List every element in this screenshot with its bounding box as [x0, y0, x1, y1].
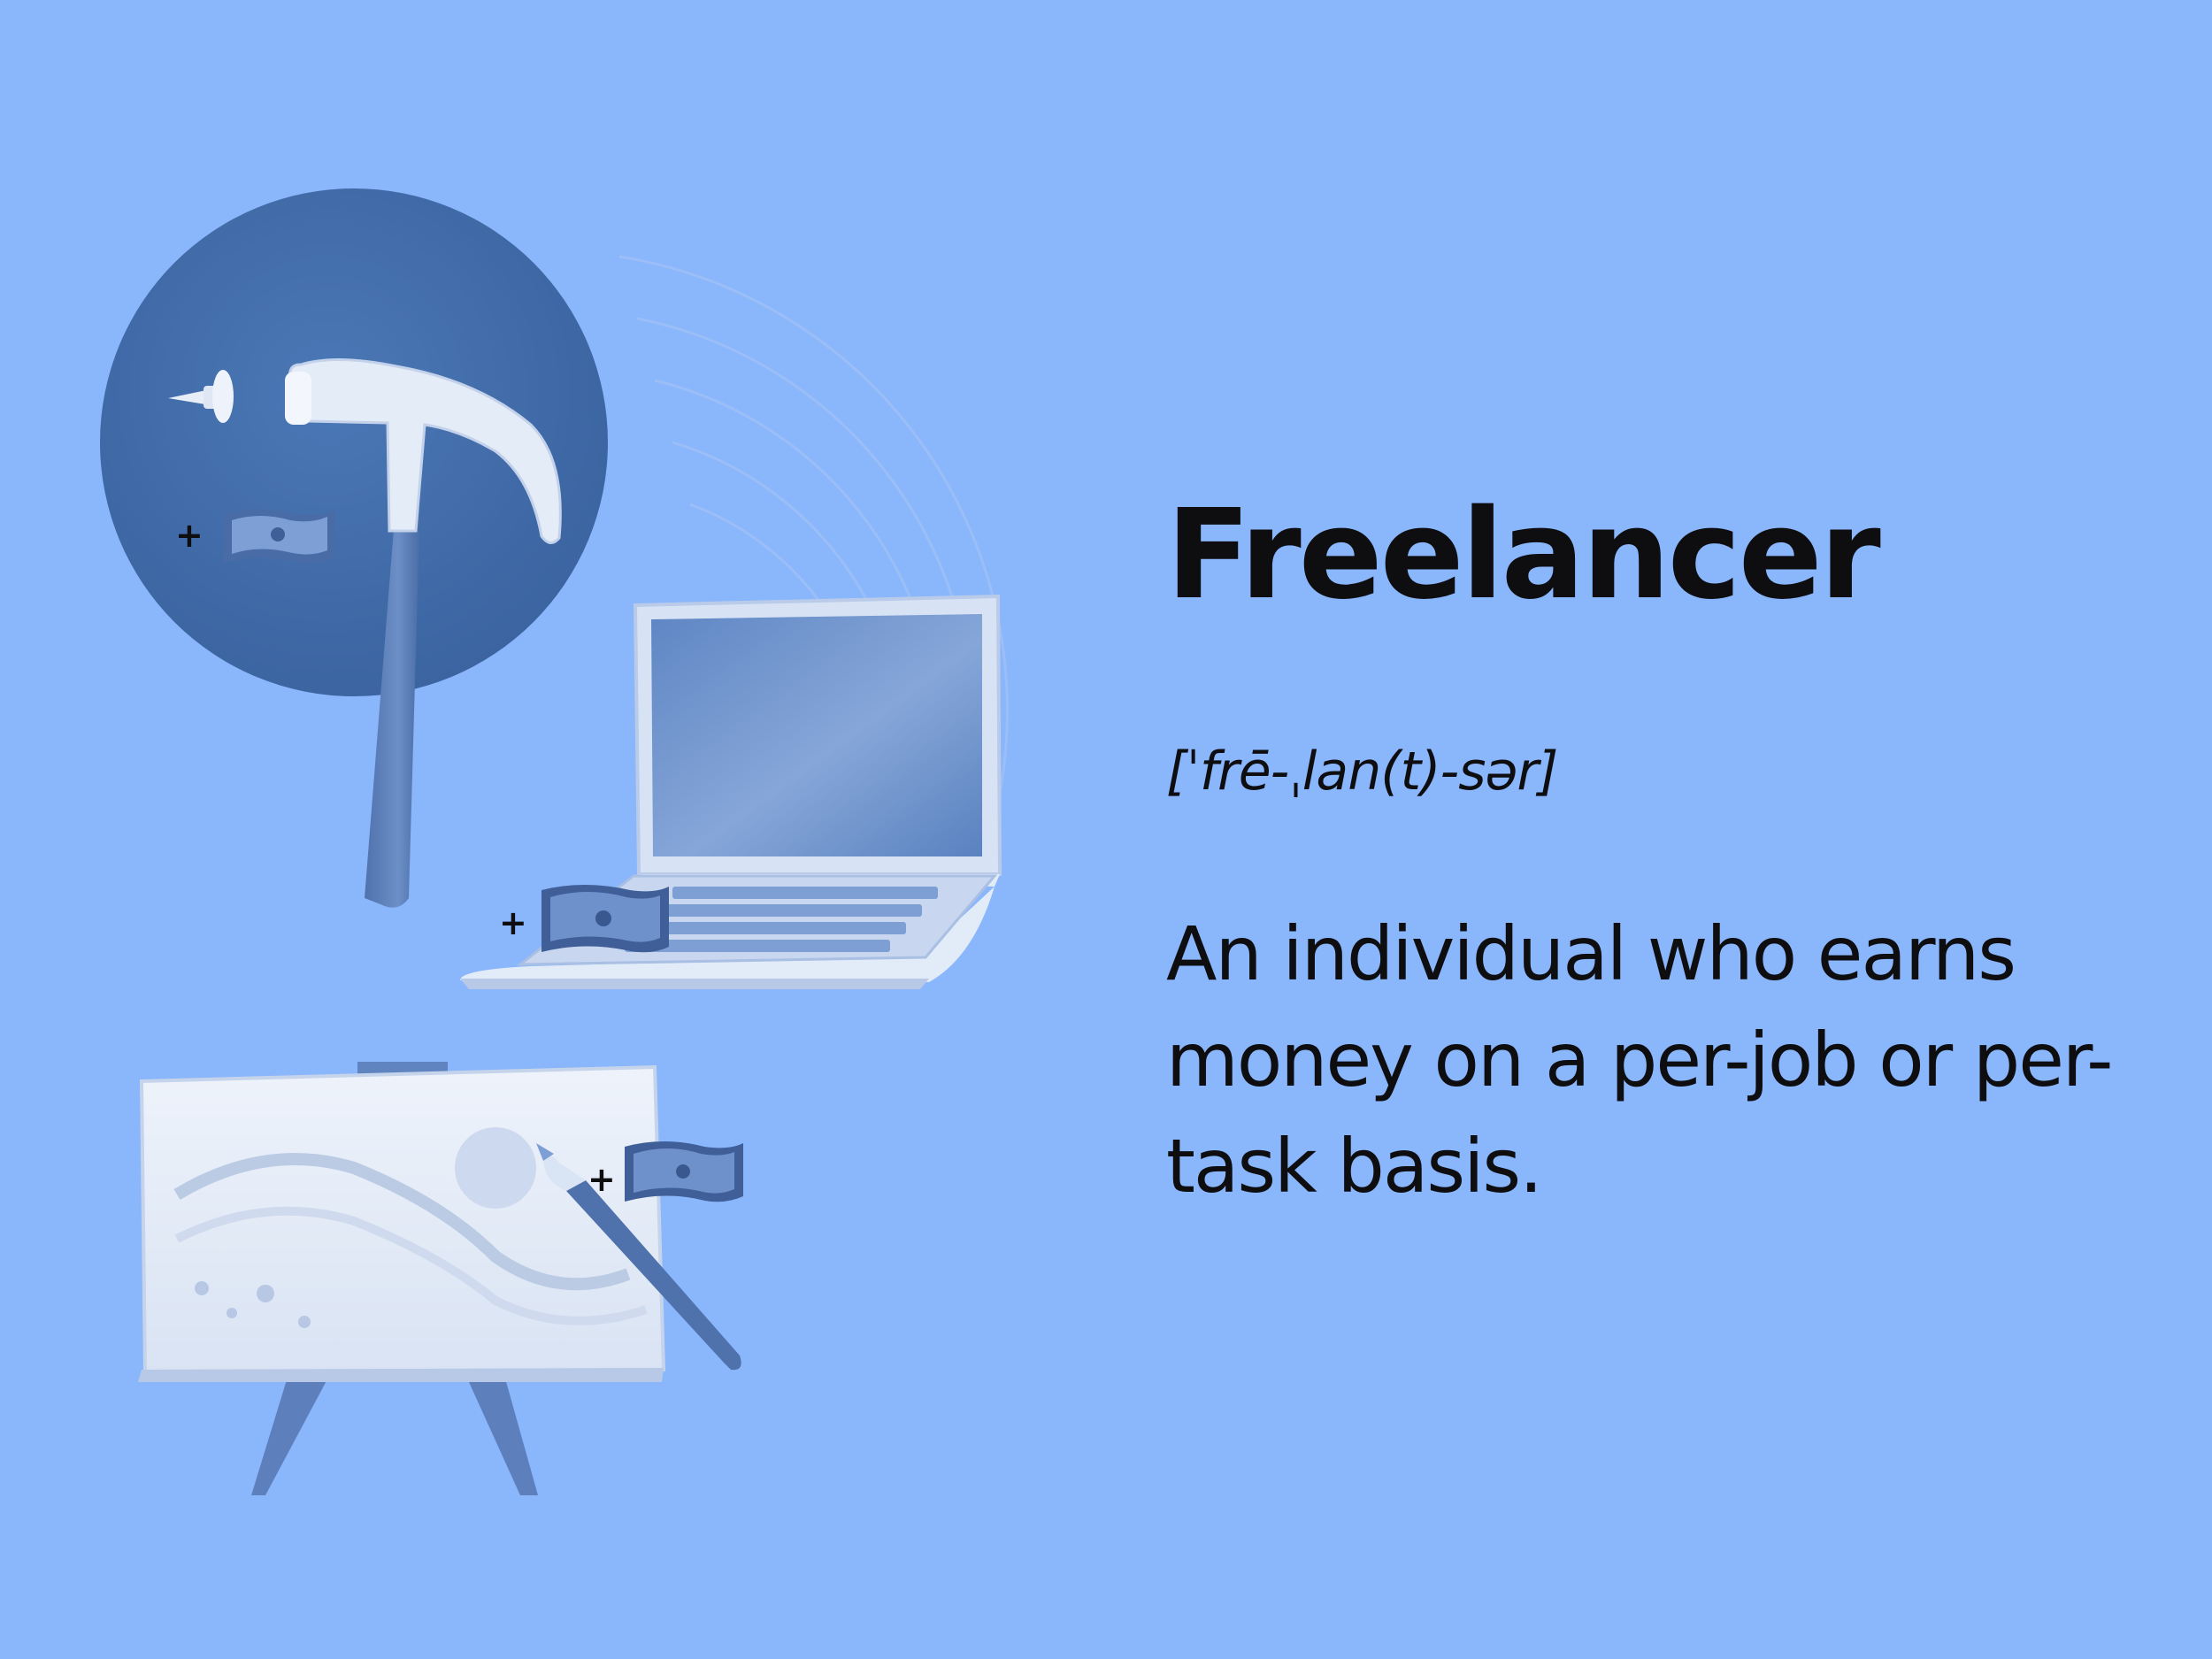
freelancer-illustration: + + +: [100, 188, 1010, 1495]
plus-symbol: +: [588, 1160, 616, 1199]
laptop-icon: [460, 594, 1002, 989]
plus-symbol: +: [499, 903, 527, 942]
canvas-easel-icon: [138, 1062, 666, 1495]
plus-symbol: +: [175, 516, 204, 555]
term-title: Freelancer: [1166, 483, 1881, 627]
definition-text: An individual who earns money on a per-j…: [1166, 910, 2113, 1210]
pronunciation: [ˈfrē-ˌlan(t)-sər]: [1166, 741, 1558, 803]
money-icon: +: [499, 885, 669, 953]
definition-card: Freelancer [ˈfrē-ˌlan(t)-sər] An individ…: [1166, 0, 2157, 1659]
